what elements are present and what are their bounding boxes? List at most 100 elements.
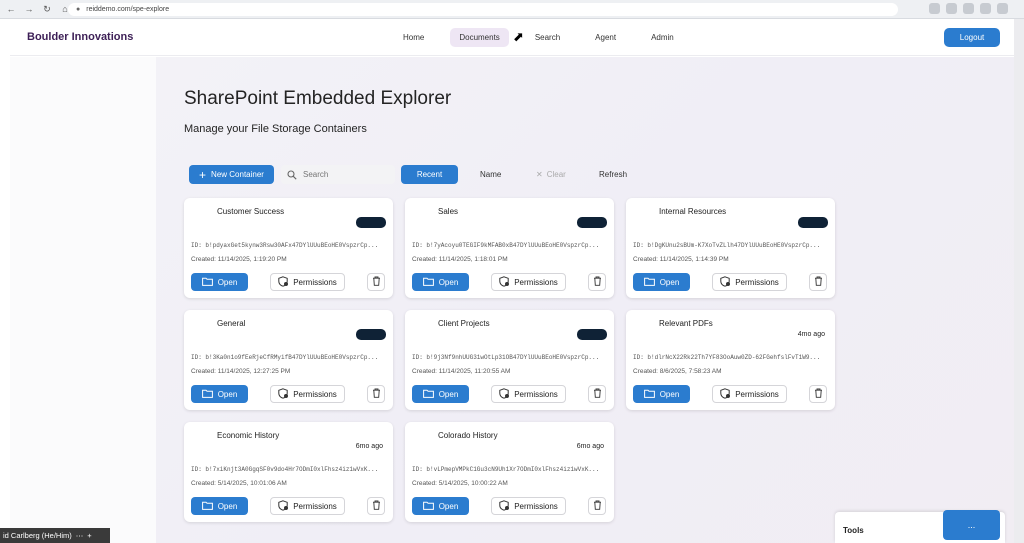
- shield-icon: [278, 387, 289, 401]
- permissions-button[interactable]: Permissions: [491, 497, 566, 515]
- container-created: Created: 5/14/2025, 10:00:22 AM: [412, 480, 508, 487]
- reload-icon[interactable]: ↻: [40, 2, 54, 16]
- delete-button[interactable]: [367, 273, 385, 291]
- open-button[interactable]: Open: [191, 385, 248, 403]
- delete-button[interactable]: [588, 385, 606, 403]
- more-icon[interactable]: ⋯: [76, 531, 84, 540]
- trash-icon: [593, 497, 602, 515]
- folder-icon: [422, 389, 434, 400]
- delete-button[interactable]: [809, 273, 827, 291]
- container-card[interactable]: Colorado History 6mo ago ID: b!vLPmepVMPkC…: [405, 422, 614, 522]
- refresh-button[interactable]: Refresh: [599, 165, 627, 184]
- scrollbar[interactable]: [1014, 19, 1024, 543]
- new-container-button[interactable]: + New Container: [189, 165, 274, 184]
- url-text: reiddemo.com/spe-explore: [86, 6, 170, 13]
- tools-panel: Tools ...: [835, 510, 1005, 543]
- profile-icon[interactable]: [980, 3, 991, 14]
- shield-icon: [720, 275, 731, 289]
- permissions-label: Permissions: [514, 501, 558, 511]
- clear-button[interactable]: ✕ Clear: [536, 165, 566, 184]
- permissions-button[interactable]: Permissions: [270, 497, 345, 515]
- folder-icon: [422, 277, 434, 288]
- add-icon[interactable]: +: [87, 531, 91, 540]
- permissions-button[interactable]: Permissions: [270, 273, 345, 291]
- container-card[interactable]: Internal Resources ID: b!DgKUnu2sBUm-K7Xo…: [626, 198, 835, 298]
- forward-icon[interactable]: →: [22, 2, 36, 16]
- permissions-button[interactable]: Permissions: [712, 385, 787, 403]
- container-age: 4mo ago: [797, 331, 825, 338]
- container-name: Colorado History: [438, 431, 498, 440]
- nav-admin[interactable]: Admin: [642, 28, 683, 47]
- permissions-label: Permissions: [293, 501, 337, 511]
- tools-more-button[interactable]: ...: [943, 510, 1000, 540]
- menu-icon[interactable]: [997, 3, 1008, 14]
- container-name: Sales: [438, 207, 459, 216]
- search-icon: [287, 169, 297, 180]
- container-id: ID: b!7yAcoyu0TEGIF9kMFAB0xB47DYlUUuBEoH…: [412, 242, 600, 249]
- permissions-label: Permissions: [514, 389, 558, 399]
- extension-icon[interactable]: [963, 3, 974, 14]
- open-button[interactable]: Open: [633, 385, 690, 403]
- page-title: SharePoint Embedded Explorer: [184, 88, 452, 109]
- open-button[interactable]: Open: [633, 273, 690, 291]
- permissions-label: Permissions: [735, 389, 779, 399]
- container-id: ID: b!dlrNcX22Rk22Th7YF83OoAuw0ZD-62FGeh…: [633, 354, 821, 361]
- clear-label: Clear: [546, 170, 566, 179]
- container-name: Customer Success: [217, 207, 285, 216]
- open-button[interactable]: Open: [412, 497, 469, 515]
- open-label: Open: [438, 277, 459, 287]
- shield-icon: [720, 387, 731, 401]
- nav-home[interactable]: Home: [394, 28, 433, 47]
- sort-recent-button[interactable]: Recent: [401, 165, 458, 184]
- container-id: ID: b!3Ka0n1o9fEeRjeCfRMyifB47DYlUUuBEoH…: [191, 354, 379, 361]
- container-card[interactable]: Customer Success ID: b!pdyaxGet5kynw3Rsw3…: [184, 198, 393, 298]
- open-button[interactable]: Open: [412, 385, 469, 403]
- container-card[interactable]: Client Projects ID: b!9j3Nf9nhUUG31wOtLp3…: [405, 310, 614, 410]
- sort-name-button[interactable]: Name: [480, 165, 501, 184]
- folder-icon: [643, 389, 655, 400]
- permissions-button[interactable]: Permissions: [491, 385, 566, 403]
- nav-documents[interactable]: Documents: [450, 28, 509, 47]
- browser-toolbar: ← → ↻ ⌂ ● reiddemo.com/spe-explore: [0, 0, 1024, 19]
- extension-icon[interactable]: [946, 3, 957, 14]
- shield-icon: [499, 387, 510, 401]
- container-card[interactable]: Relevant PDFs 4mo ago ID: b!dlrNcX22Rk22Th…: [626, 310, 835, 410]
- permissions-button[interactable]: Permissions: [270, 385, 345, 403]
- logout-button[interactable]: Logout: [944, 28, 1000, 47]
- folder-icon: [643, 277, 655, 288]
- brand-title: Boulder Innovations: [27, 31, 134, 43]
- container-status-badge: [798, 217, 828, 228]
- container-card[interactable]: General ID: b!3Ka0n1o9fEeRjeCfRMyifB47DYl…: [184, 310, 393, 410]
- open-label: Open: [438, 501, 459, 511]
- open-button[interactable]: Open: [191, 273, 248, 291]
- delete-button[interactable]: [588, 497, 606, 515]
- container-name: Economic History: [217, 431, 280, 440]
- container-name: Internal Resources: [659, 207, 727, 216]
- delete-button[interactable]: [809, 385, 827, 403]
- container-id: ID: b!pdyaxGet5kynw3Rsw30AFx47DYlUUuBEoH…: [191, 242, 379, 249]
- open-button[interactable]: Open: [191, 497, 248, 515]
- container-card[interactable]: Sales ID: b!7yAcoyu0TEGIF9kMFAB0xB47DYlUU…: [405, 198, 614, 298]
- user-name: id Carlberg (He/Him): [3, 531, 72, 540]
- container-card[interactable]: Economic History 6mo ago ID: b!7xiKnjt3A0G…: [184, 422, 393, 522]
- delete-button[interactable]: [367, 385, 385, 403]
- container-created: Created: 11/14/2025, 1:19:20 PM: [191, 256, 287, 263]
- extension-icon[interactable]: [929, 3, 940, 14]
- delete-button[interactable]: [367, 497, 385, 515]
- nav-agent[interactable]: Agent: [586, 28, 625, 47]
- mouse-cursor-icon: ⬈: [513, 29, 524, 44]
- site-info-icon[interactable]: ●: [76, 6, 80, 13]
- shield-icon: [278, 275, 289, 289]
- container-created: Created: 5/14/2025, 10:01:06 AM: [191, 480, 287, 487]
- open-label: Open: [217, 389, 238, 399]
- back-icon[interactable]: ←: [4, 2, 18, 16]
- left-gutter: [10, 57, 156, 543]
- address-bar[interactable]: ● reiddemo.com/spe-explore: [68, 3, 898, 16]
- delete-button[interactable]: [588, 273, 606, 291]
- open-button[interactable]: Open: [412, 273, 469, 291]
- permissions-button[interactable]: Permissions: [491, 273, 566, 291]
- permissions-button[interactable]: Permissions: [712, 273, 787, 291]
- nav-search[interactable]: Search: [526, 28, 569, 47]
- search-input[interactable]: [303, 170, 383, 179]
- search-box[interactable]: [281, 165, 395, 184]
